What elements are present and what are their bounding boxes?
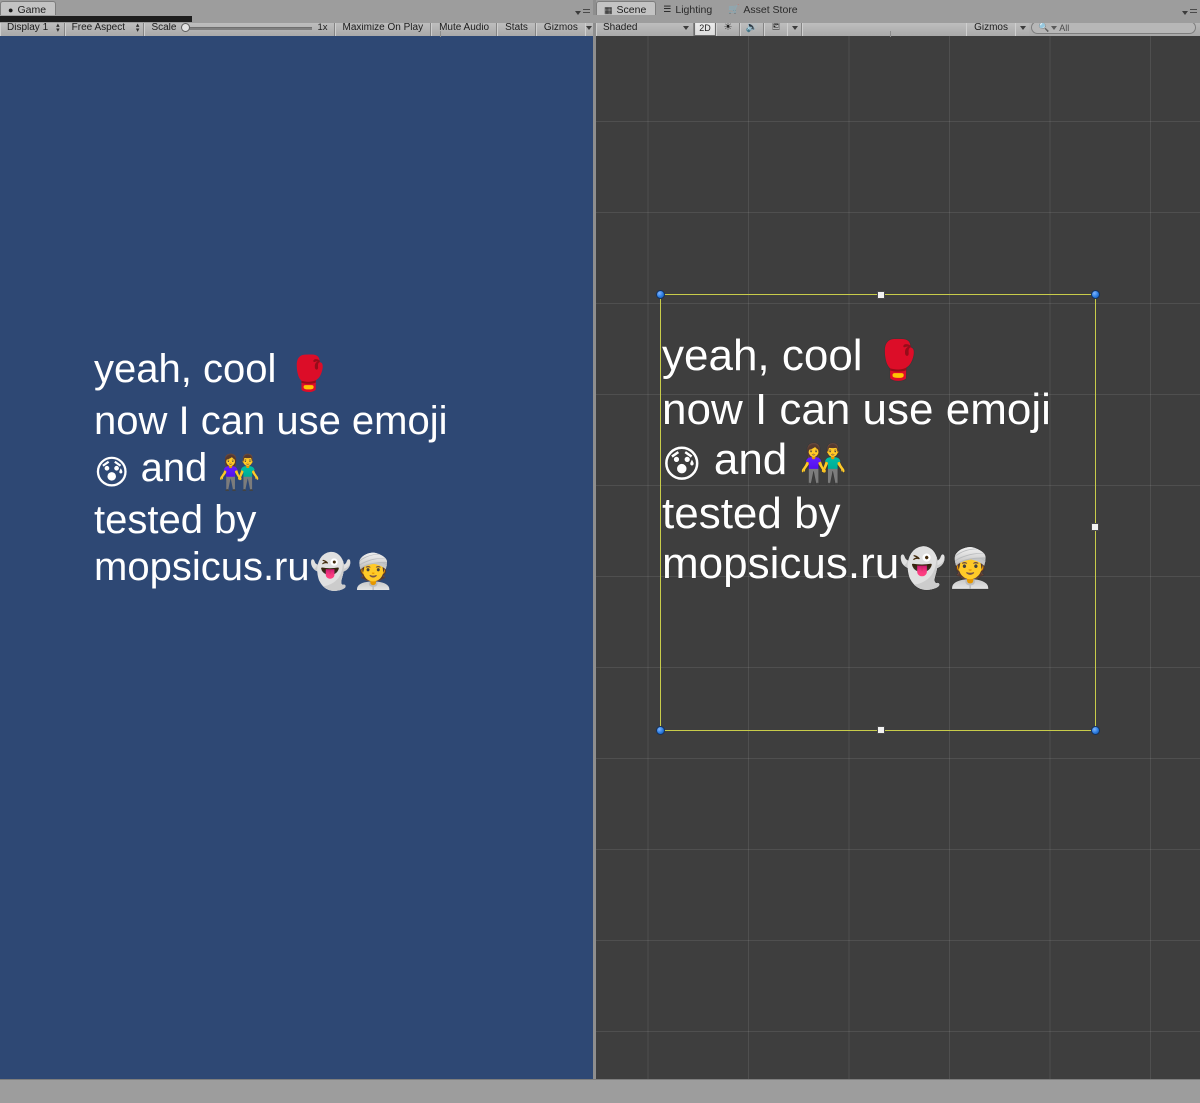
gamepad-icon: ● xyxy=(8,6,13,15)
scale-value: 1x xyxy=(317,22,327,33)
people-hugging-icon: 👫 xyxy=(800,442,847,486)
chevron-down-icon xyxy=(586,26,592,30)
mute-audio-label: Mute Audio xyxy=(439,22,489,33)
anxious-face-icon: 😰 xyxy=(94,453,129,493)
scene-line3-mid: and xyxy=(702,435,800,484)
horizontal-scrollbar-thumb[interactable] xyxy=(0,16,192,22)
chevron-down-icon xyxy=(575,11,581,15)
search-icon: 🔍 xyxy=(1038,22,1049,33)
scene-line1: yeah, cool xyxy=(662,331,875,380)
scene-line5: mopsicus.ru xyxy=(662,539,899,588)
grid-icon: ▦ xyxy=(604,6,613,15)
game-line3-mid: and xyxy=(129,446,218,490)
draw-mode-label: Shaded xyxy=(603,22,637,33)
tab-asset-store-label: Asset Store xyxy=(743,4,797,16)
chevron-down-icon xyxy=(792,26,798,30)
tab-lighting-label: Lighting xyxy=(675,4,712,16)
display-dropdown-label: Display 1 xyxy=(7,22,48,33)
boxing-glove-icon: 🥊 xyxy=(875,338,922,382)
scale-slider-track[interactable] xyxy=(181,22,312,33)
game-line4: tested by xyxy=(94,498,256,542)
bottom-status-strip xyxy=(0,1079,1200,1103)
speaker-icon: 🔊 xyxy=(746,22,758,33)
game-gizmos-label: Gizmos xyxy=(544,22,578,33)
toggle-2d-label: 2D xyxy=(699,23,711,33)
unity-editor-window: ● Game Display 1 ▴▾ Free Aspect ▴▾ Scale xyxy=(0,0,1200,1102)
scene-line4: tested by xyxy=(662,489,841,538)
anxious-face-icon: 😰 xyxy=(662,442,702,486)
chevron-down-icon xyxy=(1051,26,1057,30)
scene-search-value: All xyxy=(1059,23,1069,33)
person-turban-icon: 👳 xyxy=(947,546,994,590)
game-view-surface[interactable]: yeah, cool 🥊 now I can use emoji 😰 and 👫… xyxy=(0,36,593,1079)
scrollbar-divider xyxy=(440,31,441,37)
ghost-icon: 👻 xyxy=(310,552,352,592)
stats-label: Stats xyxy=(505,22,528,33)
scale-label: Scale xyxy=(151,22,176,33)
stepper-arrows-icon: ▴▾ xyxy=(136,22,140,34)
scrollbar-divider xyxy=(890,31,891,37)
aspect-dropdown-label: Free Aspect xyxy=(72,22,125,33)
maximize-on-play-label: Maximize On Play xyxy=(343,22,424,33)
lighting-icon: ☰ xyxy=(663,5,671,14)
scene-line2: now I can use emoji xyxy=(662,385,1051,434)
scene-text-label: yeah, cool 🥊 now I can use emoji 😰 and 👫… xyxy=(662,331,1132,593)
boxing-glove-icon: 🥊 xyxy=(287,354,329,394)
scale-slider-knob[interactable] xyxy=(181,23,190,32)
scene-view-surface[interactable]: yeah, cool 🥊 now I can use emoji 😰 and 👫… xyxy=(596,36,1200,1079)
store-icon: 🛒 xyxy=(728,5,739,14)
game-text-label: yeah, cool 🥊 now I can use emoji 😰 and 👫… xyxy=(94,346,564,596)
chevron-down-icon xyxy=(1182,11,1188,15)
chevron-down-icon xyxy=(683,26,689,30)
stepper-arrows-icon: ▴▾ xyxy=(56,22,60,34)
game-line2: now I can use emoji xyxy=(94,399,448,443)
person-turban-icon: 👳 xyxy=(352,552,394,592)
game-line5: mopsicus.ru xyxy=(94,545,310,589)
sun-icon: ☀ xyxy=(724,22,733,33)
game-line1: yeah, cool xyxy=(94,347,287,391)
people-hugging-icon: 👫 xyxy=(218,453,260,493)
ghost-icon: 👻 xyxy=(899,546,946,590)
scene-gizmos-label: Gizmos xyxy=(974,22,1008,33)
chevron-down-icon xyxy=(1020,26,1026,30)
